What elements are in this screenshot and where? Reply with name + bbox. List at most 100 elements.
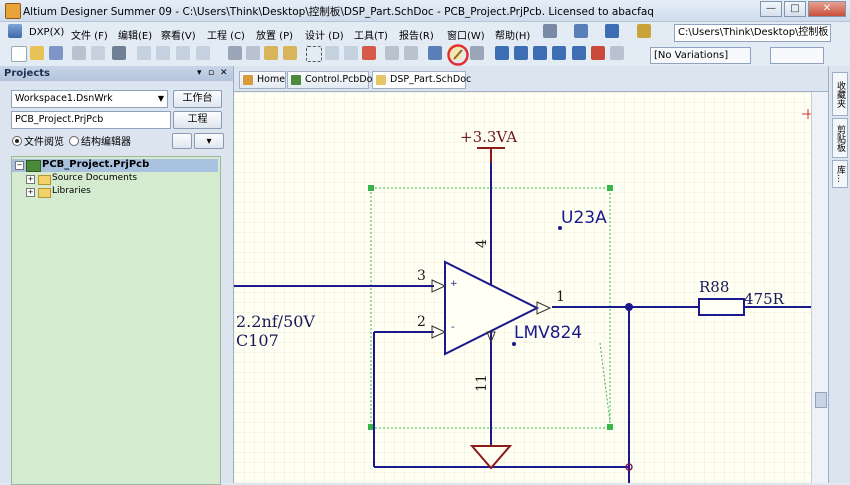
designator-u23a[interactable]: U23A (561, 208, 607, 228)
place-part-icon[interactable] (610, 46, 624, 60)
pin1-number: 1 (556, 289, 565, 305)
pin11-number: 11 (474, 374, 490, 392)
tab-home[interactable]: Home (239, 71, 286, 89)
place-bus-icon[interactable] (514, 46, 528, 60)
minimize-button[interactable]: — (760, 1, 782, 17)
print-preview-icon[interactable] (91, 46, 105, 60)
vcc-port-icon[interactable] (591, 46, 605, 60)
scroll-thumb[interactable] (815, 392, 827, 408)
menu-tools[interactable]: 工具(T) (354, 27, 388, 42)
workspace-combo[interactable]: Workspace1.DsnWrk ▼ (11, 90, 168, 108)
panel-pin-icon[interactable]: ▫ (208, 68, 214, 78)
tree-item-source-documents[interactable]: + Source Documents (12, 173, 218, 186)
pencil-icon (453, 49, 463, 60)
menu-help[interactable]: 帮助(H) (495, 27, 530, 42)
side-tab-favorites[interactable]: 收藏夹 (832, 72, 848, 116)
project-icon (26, 160, 41, 172)
cut-icon[interactable] (228, 46, 242, 60)
project-path-combo[interactable]: C:\Users\Think\Desktop\控制板 (674, 24, 831, 42)
expand-icon[interactable]: + (26, 188, 35, 197)
menu-view[interactable]: 察看(V) (161, 27, 196, 42)
resistor-value: 475R (744, 290, 785, 308)
close-button[interactable]: ✕ (808, 1, 846, 17)
chevron-down-icon[interactable]: ▼ (158, 91, 164, 107)
project-tree: − PCB_Project.PrjPcb + Source Documents … (11, 156, 221, 485)
workspace-value: Workspace1.DsnWrk (15, 93, 113, 104)
menu-file[interactable]: 文件 (F) (71, 27, 108, 42)
cap-value: 2.2nf/50V (236, 312, 315, 331)
place-wire-icon[interactable] (495, 46, 509, 60)
copy-icon[interactable] (246, 46, 260, 60)
gnd-port-icon[interactable] (572, 46, 586, 60)
tab-dsp-part-schdoc[interactable]: DSP_Part.SchDoc (372, 71, 471, 89)
select-all-icon[interactable] (344, 46, 358, 60)
part-lmv824[interactable]: LMV824 (514, 323, 582, 343)
tree-root-row[interactable]: − PCB_Project.PrjPcb (12, 159, 218, 172)
wiring-icon[interactable] (543, 24, 557, 38)
menu-design[interactable]: 设计 (D) (305, 27, 344, 42)
place-bus-entry-icon[interactable] (533, 46, 547, 60)
cap-designator: C107 (236, 331, 279, 350)
menu-reports[interactable]: 报告(R) (399, 27, 434, 42)
zoom-area-icon[interactable] (156, 46, 170, 60)
structure-editor-radio[interactable] (69, 136, 79, 146)
selection-handle[interactable] (368, 185, 374, 191)
new-document-icon[interactable] (11, 46, 27, 62)
print-icon[interactable] (72, 46, 86, 60)
panel-close-icon[interactable]: ✕ (220, 68, 228, 78)
project-options-icon[interactable]: ▾ (194, 133, 224, 149)
collapse-icon[interactable]: − (15, 161, 24, 170)
schematic-drawing: +3.3VA + - 3 2 1 4 11 U23A LMV824 R88 47… (234, 92, 811, 483)
variations-combo[interactable]: [No Variations] (650, 47, 751, 64)
vertical-scrollbar[interactable] (811, 92, 829, 483)
project-button[interactable]: 工程 (173, 111, 222, 129)
project-tool-icon[interactable] (172, 133, 192, 149)
redo-icon[interactable] (404, 46, 418, 60)
panel-dropdown-icon[interactable]: ▾ (197, 68, 202, 78)
menu-edit[interactable]: 编辑(E) (118, 27, 152, 42)
selection-handle[interactable] (607, 424, 613, 430)
tree-item-label: Libraries (52, 186, 91, 196)
home-icon (243, 75, 253, 85)
dxp-icon[interactable] (8, 24, 22, 38)
secondary-combo[interactable] (770, 47, 824, 64)
tree-item-libraries[interactable]: + Libraries (12, 186, 218, 199)
deselect-icon[interactable] (362, 46, 376, 60)
schematic-doc-icon (376, 75, 386, 85)
power-port-icon[interactable] (637, 24, 651, 38)
select-area-icon[interactable] (306, 46, 322, 62)
expand-icon[interactable]: + (26, 175, 35, 184)
zoom-filter-icon[interactable] (196, 46, 210, 60)
open-folder-icon[interactable] (30, 46, 44, 60)
workspace-button[interactable]: 工作台 (173, 90, 222, 108)
power-label: +3.3VA (460, 128, 517, 146)
file-view-radio[interactable] (12, 136, 22, 146)
maximize-button[interactable]: □ (784, 1, 806, 17)
tab-control-pcbdoc[interactable]: Control.PcbDoc (287, 71, 378, 89)
bus-icon[interactable] (574, 24, 588, 38)
zoom-fit-icon[interactable] (137, 46, 151, 60)
undo-icon[interactable] (385, 46, 399, 60)
place-net-label-icon[interactable] (552, 46, 566, 60)
hierarchy-icon[interactable] (428, 46, 442, 60)
menu-project[interactable]: 工程 (C) (207, 27, 245, 42)
resistor-r88[interactable] (698, 298, 745, 316)
menu-dxp[interactable]: DXP(X) (29, 27, 64, 38)
schematic-canvas[interactable]: +3.3VA + - 3 2 1 4 11 U23A LMV824 R88 47… (234, 92, 811, 483)
open-device-icon[interactable] (112, 46, 126, 60)
save-icon[interactable] (49, 46, 63, 60)
project-field[interactable]: PCB_Project.PrjPcb (11, 111, 171, 129)
tree-root-label: PCB_Project.PrjPcb (42, 159, 150, 170)
title-bar: Altium Designer Summer 09 - C:\Users\Thi… (0, 0, 850, 22)
rubber-stamp-icon[interactable] (283, 46, 297, 60)
right-panel-strip: 收藏夹 剪贴板 库... (828, 66, 850, 483)
ground-icon[interactable] (605, 24, 619, 38)
menu-window[interactable]: 窗口(W) (447, 27, 485, 42)
selection-handle[interactable] (607, 185, 613, 191)
zoom-selection-icon[interactable] (176, 46, 190, 60)
paste-icon[interactable] (264, 46, 278, 60)
side-tab-libraries[interactable]: 库... (832, 160, 848, 188)
menu-place[interactable]: 放置 (P) (256, 27, 293, 42)
move-icon[interactable] (325, 46, 339, 60)
side-tab-clipboard[interactable]: 剪贴板 (832, 118, 848, 158)
